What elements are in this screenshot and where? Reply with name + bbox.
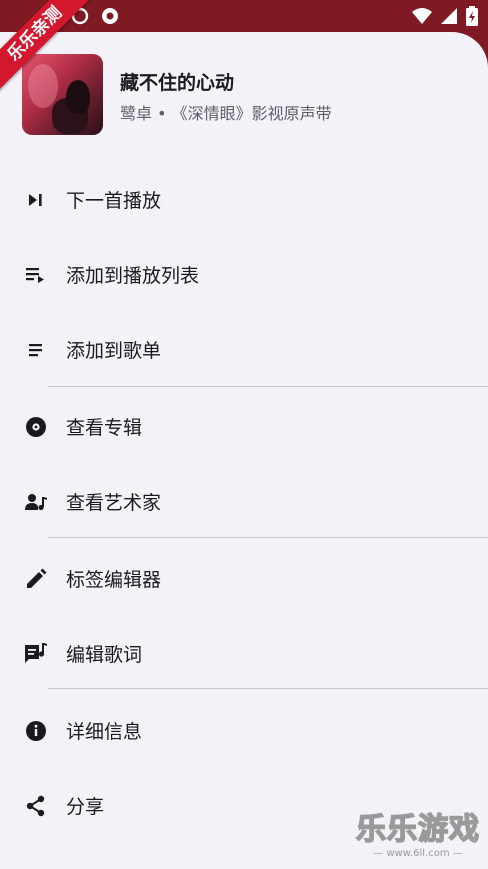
record-icon: [102, 8, 118, 24]
wifi-icon: [412, 8, 432, 24]
menu-item-label: 添加到歌单: [66, 340, 162, 362]
album-icon: [24, 415, 48, 439]
watermark: 乐乐游戏 — www.6ll.com —: [355, 804, 480, 859]
menu-item-add-to-songlist[interactable]: 添加到歌单: [0, 312, 488, 387]
playlist-add-icon: [24, 263, 48, 287]
watermark-url: — www.6ll.com —: [373, 848, 463, 859]
menu-item-label: 添加到播放列表: [66, 265, 200, 287]
menu-item-view-album[interactable]: 查看专辑: [0, 389, 488, 464]
share-icon: [24, 794, 48, 818]
menu-divider: [48, 537, 488, 538]
menu-divider: [48, 688, 488, 689]
song-header: 藏不住的心动 鹭卓 • 《深情眼》影视原声带: [22, 54, 462, 136]
menu-item-label: 下一首播放: [66, 190, 162, 212]
menu-item-label: 查看专辑: [66, 417, 143, 439]
menu-divider: [48, 386, 488, 387]
action-menu: 下一首播放 添加到播放列表 添加到歌单 查看专辑 查看艺术家 标签编辑器 编辑歌…: [0, 162, 488, 843]
bottom-sheet: 藏不住的心动 鹭卓 • 《深情眼》影视原声带 下一首播放 添加到播放列表 添加到…: [0, 32, 488, 869]
menu-item-tag-editor[interactable]: 标签编辑器: [0, 541, 488, 616]
menu-item-label: 查看艺术家: [66, 492, 162, 514]
song-title: 藏不住的心动: [120, 72, 235, 94]
pencil-icon: [24, 567, 48, 591]
artist-icon: [24, 490, 48, 514]
menu-item-edit-lyrics[interactable]: 编辑歌词: [0, 616, 488, 691]
menu-item-label: 详细信息: [66, 721, 143, 743]
album-cover: [22, 54, 103, 135]
menu-item-view-artist[interactable]: 查看艺术家: [0, 464, 488, 539]
watermark-title: 乐乐游戏: [355, 811, 480, 848]
menu-item-details[interactable]: 详细信息: [0, 693, 488, 768]
lyrics-icon: [24, 642, 48, 666]
menu-item-label: 编辑歌词: [66, 644, 143, 666]
signal-icon: [441, 8, 457, 24]
menu-item-play-next[interactable]: 下一首播放: [0, 162, 488, 237]
battery-charging-icon: [466, 6, 478, 26]
list-icon: [24, 338, 48, 362]
menu-item-label: 分享: [66, 796, 105, 818]
menu-item-add-to-playlist[interactable]: 添加到播放列表: [0, 237, 488, 312]
song-subtitle: 鹭卓 • 《深情眼》影视原声带: [120, 104, 332, 123]
play-next-icon: [24, 188, 48, 212]
info-icon: [24, 719, 48, 743]
menu-item-label: 标签编辑器: [66, 569, 162, 591]
